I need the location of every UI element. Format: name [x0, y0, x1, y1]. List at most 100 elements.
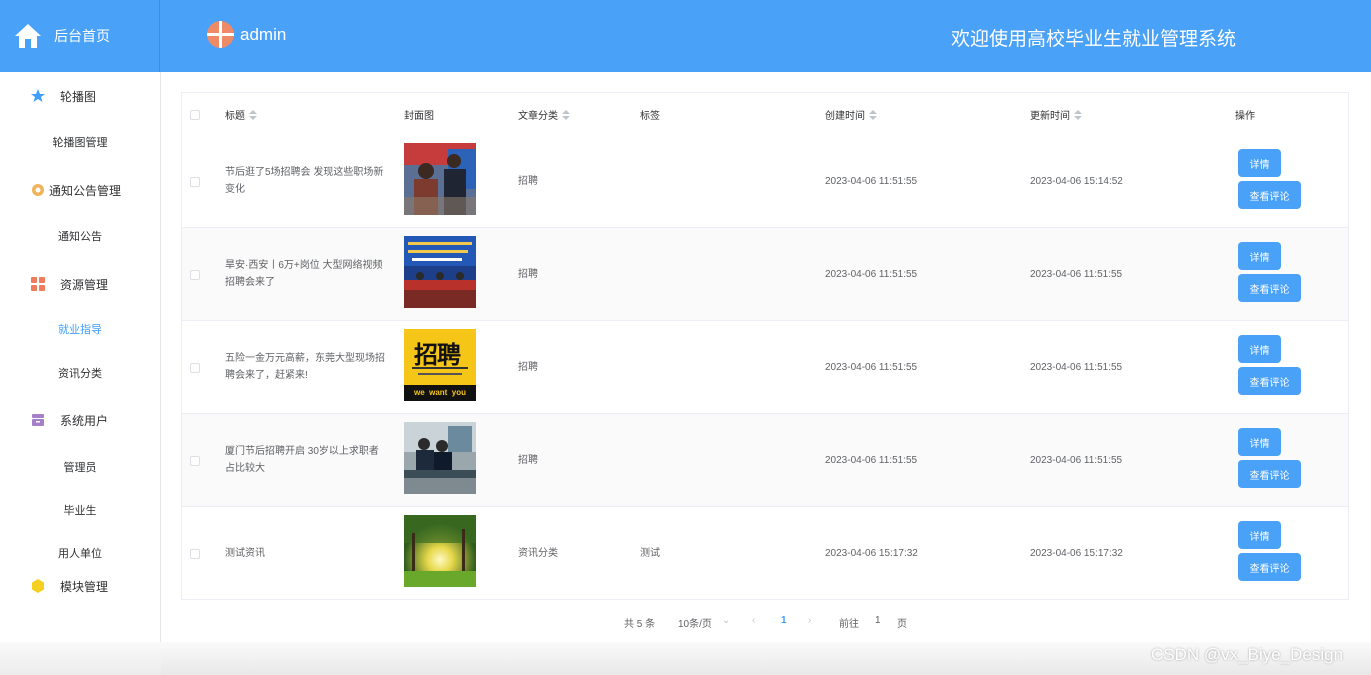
- column-header-updated[interactable]: 更新时间: [1030, 107, 1082, 122]
- sidebar-item-admin[interactable]: 管理员: [0, 459, 160, 475]
- row-updated: 2023-04-06 11:51:55: [1030, 269, 1123, 280]
- sidebar-item-employer[interactable]: 用人单位: [0, 545, 160, 561]
- cover-image: [404, 236, 476, 308]
- avatar: [207, 21, 234, 48]
- hexagon-icon: [32, 579, 44, 593]
- row-category: 招聘: [518, 269, 538, 280]
- goto-suffix: 页: [897, 619, 907, 630]
- prev-page-icon[interactable]: ‹: [752, 615, 755, 626]
- row-category: 资讯分类: [518, 548, 558, 559]
- next-page-icon[interactable]: ›: [808, 615, 811, 626]
- star-icon: [31, 89, 45, 102]
- select-all-checkbox[interactable]: [190, 110, 200, 120]
- system-title: 欢迎使用高校毕业生就业管理系统: [951, 29, 1237, 50]
- sidebar-bottom: [0, 642, 161, 675]
- sidebar-group-notice[interactable]: 通知公告管理: [0, 172, 160, 208]
- detail-button[interactable]: 详情: [1238, 521, 1281, 549]
- row-title: 旱安·西安丨6万+岗位 大型网络视频 招聘会来了: [225, 260, 383, 288]
- sort-icon[interactable]: [1074, 109, 1082, 120]
- sort-icon[interactable]: [562, 109, 570, 120]
- cover-image: [404, 515, 476, 587]
- sidebar-group-resource[interactable]: 资源管理: [0, 266, 160, 302]
- user-menu[interactable]: admin: [207, 21, 286, 48]
- sidebar-group-carousel[interactable]: 轮播图: [0, 78, 160, 114]
- recruitment-fair-image: [404, 143, 476, 215]
- table-row: 旱安·西安丨6万+岗位 大型网络视频 招聘会来了 招聘 2023-04-06 1…: [182, 228, 1348, 321]
- home-icon: [15, 24, 41, 48]
- home-label: 后台首页: [54, 28, 110, 44]
- row-created: 2023-04-06 11:51:55: [825, 176, 918, 187]
- pagination-total: 共 5 条: [624, 619, 656, 630]
- home-link[interactable]: 后台首页: [0, 0, 160, 72]
- username: admin: [240, 24, 287, 44]
- view-comments-button[interactable]: 查看评论: [1238, 181, 1301, 209]
- watermark: CSDN @vx_Biye_Design: [1151, 645, 1344, 664]
- detail-button[interactable]: 详情: [1238, 428, 1281, 456]
- sidebar-group-users[interactable]: 系统用户: [0, 402, 160, 438]
- row-updated: 2023-04-06 11:51:55: [1030, 455, 1123, 466]
- sidebar-group-label: 系统用户: [60, 413, 109, 428]
- table-row: 五险一金万元高薪，东莞大型现场招 聘会来了，赶紧来! 招聘 we want yo…: [182, 321, 1348, 414]
- cover-image: 招聘 we want you: [404, 329, 476, 401]
- row-category: 招聘: [518, 455, 538, 466]
- goto-label: 前往: [839, 619, 859, 630]
- row-created: 2023-04-06 11:51:55: [825, 269, 918, 280]
- column-header-category[interactable]: 文章分类: [518, 107, 570, 122]
- row-title: 测试资讯: [225, 548, 265, 559]
- detail-button[interactable]: 详情: [1238, 242, 1281, 270]
- row-created: 2023-04-06 15:17:32: [825, 548, 918, 559]
- page-size-select[interactable]: 10条/页: [678, 615, 712, 630]
- row-checkbox[interactable]: [190, 177, 200, 187]
- row-updated: 2023-04-06 15:17:32: [1030, 548, 1123, 559]
- poster-line: [412, 367, 468, 369]
- sidebar-group-module[interactable]: 模块管理: [0, 568, 160, 604]
- poster-big-text: 招聘: [414, 341, 461, 369]
- stage-event-image: [404, 236, 476, 308]
- row-title: 节后逛了5场招聘会 发现这些职场新 变化: [225, 167, 384, 195]
- gear-icon: [32, 184, 44, 196]
- row-checkbox[interactable]: [190, 363, 200, 373]
- column-header-title[interactable]: 标题: [225, 107, 257, 122]
- row-updated: 2023-04-06 15:14:52: [1030, 176, 1123, 187]
- sidebar-item-news-category[interactable]: 资讯分类: [0, 365, 160, 381]
- page-number-current[interactable]: 1: [781, 615, 787, 626]
- row-checkbox[interactable]: [190, 270, 200, 280]
- detail-button[interactable]: 详情: [1238, 149, 1281, 177]
- cover-image: [404, 143, 476, 215]
- sidebar-group-label: 轮播图: [60, 89, 97, 104]
- grid-icon: [31, 277, 45, 291]
- row-title: 五险一金万元高薪，东莞大型现场招 聘会来了，赶紧来!: [225, 353, 385, 381]
- poster-small-text: we want you: [404, 385, 476, 401]
- sidebar-group-label: 模块管理: [60, 579, 109, 594]
- row-tag: 测试: [640, 548, 660, 559]
- row-checkbox[interactable]: [190, 549, 200, 559]
- archive-icon: [32, 414, 44, 426]
- row-created: 2023-04-06 11:51:55: [825, 455, 918, 466]
- column-header-created[interactable]: 创建时间: [825, 107, 877, 122]
- row-created: 2023-04-06 11:51:55: [825, 362, 918, 373]
- view-comments-button[interactable]: 查看评论: [1238, 367, 1301, 395]
- row-checkbox[interactable]: [190, 456, 200, 466]
- cover-image: [404, 422, 476, 494]
- column-header-actions: 操作: [1235, 111, 1255, 122]
- table-row: 节后逛了5场招聘会 发现这些职场新 变化 招聘 2023-04-06 11:51…: [182, 135, 1348, 228]
- chevron-down-icon[interactable]: ⌄: [722, 615, 730, 626]
- table-row: 厦门节后招聘开启 30岁以上求职者 占比较大 招聘 2023-04-06 11:…: [182, 414, 1348, 507]
- sidebar-item-notice[interactable]: 通知公告: [0, 228, 160, 244]
- article-table: 标题 封面图 文章分类 标签 创建时间 更新时间 操作 节后逛了5场招聘会 发现…: [181, 92, 1349, 600]
- sidebar-item-graduate[interactable]: 毕业生: [0, 502, 160, 518]
- view-comments-button[interactable]: 查看评论: [1238, 274, 1301, 302]
- detail-button[interactable]: 详情: [1238, 335, 1281, 363]
- sidebar-item-carousel-manage[interactable]: 轮播图管理: [0, 134, 160, 150]
- job-interview-image: [404, 422, 476, 494]
- row-title: 厦门节后招聘开启 30岁以上求职者 占比较大: [225, 446, 379, 474]
- sort-icon[interactable]: [249, 109, 257, 120]
- row-updated: 2023-04-06 11:51:55: [1030, 362, 1123, 373]
- view-comments-button[interactable]: 查看评论: [1238, 553, 1301, 581]
- goto-page-input[interactable]: 1: [875, 615, 881, 626]
- sidebar-item-career-guide[interactable]: 就业指导: [0, 321, 160, 337]
- sort-icon[interactable]: [869, 109, 877, 120]
- row-category: 招聘: [518, 176, 538, 187]
- view-comments-button[interactable]: 查看评论: [1238, 460, 1301, 488]
- poster-line: [418, 373, 462, 375]
